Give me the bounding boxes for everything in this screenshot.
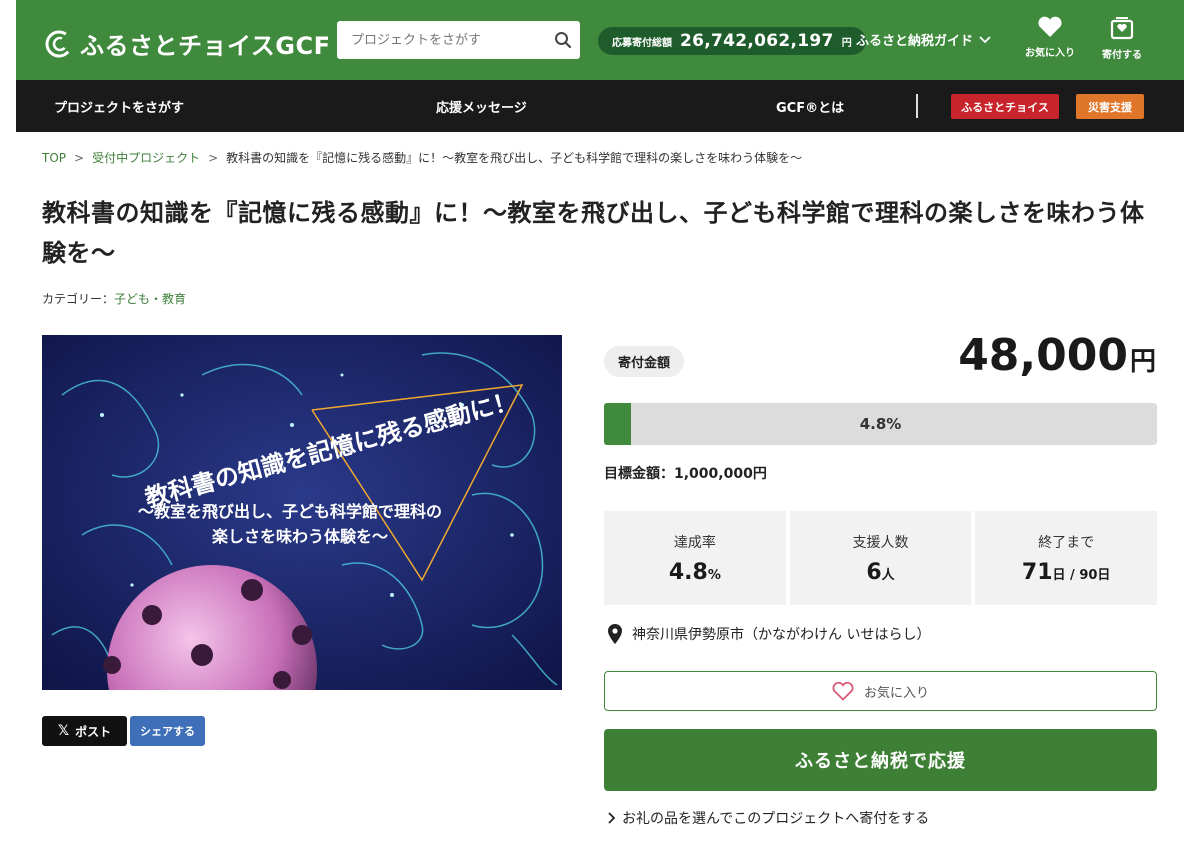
stat-value: 6人 (866, 559, 895, 585)
chevron-down-icon (979, 35, 991, 43)
gift-donation-link[interactable]: お礼の品を選んでこのプロジェクトへ寄付をする (608, 808, 929, 828)
stat-label: 終了まで (1038, 534, 1095, 551)
search-input[interactable] (337, 21, 546, 59)
total-donations-value: 26,742,062,197 (680, 31, 834, 51)
breadcrumb-current: 教科書の知識を『記憶に残る感動』に！～教室を飛び出し、子ども科学館で理科の楽しさ… (226, 151, 803, 165)
location: 神奈川県伊勢原市（かながわけん いせはらし） (608, 624, 930, 644)
breadcrumb-top[interactable]: TOP (42, 151, 66, 165)
x-post-button[interactable]: 𝕏 ポスト (42, 716, 127, 746)
total-donations-unit: 円 (841, 37, 852, 49)
logo-text: ふるさとチョイスGCF (80, 32, 331, 60)
stat-achievement-rate: 達成率 4.8% (604, 511, 786, 605)
nav-disaster-support-button[interactable]: 災害支援 (1076, 94, 1144, 119)
hero-text-line3: 楽しさを味わう体験を～ (211, 527, 388, 546)
top-header: ふるさとチョイスGCF 応募寄付総額 26,742,062,197 円 ふるさと… (16, 0, 1184, 80)
breadcrumb-projects[interactable]: 受付中プロジェクト (92, 149, 200, 166)
nav-messages[interactable]: 応援メッセージ (436, 97, 527, 116)
logo-icon (45, 30, 73, 57)
stat-days-remaining: 終了まで 71日 / 90日 (975, 511, 1158, 605)
stat-value: 4.8% (668, 559, 721, 585)
favorites-label: お気に入り (1025, 48, 1075, 59)
tax-guide-menu[interactable]: ふるさと納税ガイド (856, 30, 991, 49)
heart-outline-icon (832, 681, 854, 701)
nav-furusato-choice-button[interactable]: ふるさとチョイス (951, 94, 1059, 119)
donate-box-icon (1110, 17, 1134, 40)
breadcrumb-separator: > (74, 150, 85, 165)
total-donations-badge: 応募寄付総額 26,742,062,197 円 (598, 27, 866, 55)
favorite-label: お気に入り (863, 685, 929, 701)
project-hero-image: 教科書の知識を記憶に残る感動に！ ～教室を飛び出し、子ども科学館で理科の 楽しさ… (42, 335, 562, 690)
stat-value: 71日 / 90日 (1021, 559, 1111, 585)
donate-label: 寄付する (1102, 50, 1142, 61)
donate-button[interactable]: 寄付する (1092, 16, 1152, 61)
funding-progress-bar: 4.8% (604, 403, 1157, 445)
tax-guide-label: ふるさと納税ガイド (856, 34, 974, 49)
search-box (337, 21, 580, 59)
breadcrumb: TOP > 受付中プロジェクト > 教科書の知識を『記憶に残る感動』に！～教室を… (42, 149, 802, 166)
site-logo[interactable]: ふるさとチョイスGCF (44, 26, 331, 61)
search-button[interactable] (546, 23, 580, 57)
stat-label: 支援人数 (852, 534, 909, 551)
amount-unit: 円 (1129, 347, 1156, 377)
search-icon (555, 32, 572, 49)
goal-amount: 目標金額：1,000,000円 (604, 466, 767, 482)
x-logo-icon: 𝕏 (57, 723, 70, 739)
stat-label: 達成率 (673, 534, 716, 551)
gift-link-label: お礼の品を選んでこのプロジェクトへ寄付をする (622, 811, 930, 827)
page-title: 教科書の知識を『記憶に残る感動』に！～教室を飛び出し、子ども科学館で理科の楽しさ… (42, 199, 1145, 267)
add-favorite-button[interactable]: お気に入り (604, 671, 1157, 711)
nav-find-projects[interactable]: プロジェクトをさがす (54, 97, 184, 116)
facebook-share-button[interactable]: シェアする (130, 716, 205, 746)
breadcrumb-separator: > (208, 150, 219, 165)
amount-number: 48,000 (958, 330, 1128, 381)
heart-icon (1038, 16, 1062, 37)
category-label: カテゴリー： (42, 292, 115, 306)
main-nav: プロジェクトをさがす 応援メッセージ GCF®とは ふるさとチョイス 災害支援 (16, 80, 1184, 132)
nav-about[interactable]: GCF®とは (776, 97, 844, 116)
category-link[interactable]: 子ども・教育 (114, 292, 186, 306)
nav-divider (916, 94, 918, 118)
favorites-button[interactable]: お気に入り (1020, 16, 1080, 59)
category: カテゴリー：子ども・教育 (42, 290, 186, 307)
progress-percent-text: 4.8% (859, 415, 902, 433)
location-text: 神奈川県伊勢原市（かながわけん いせはらし） (632, 627, 931, 643)
total-donations-label: 応募寄付総額 (612, 37, 672, 49)
planetarium-image: 教科書の知識を記憶に残る感動に！ ～教室を飛び出し、子ども科学館で理科の 楽しさ… (42, 335, 562, 690)
stats-panel: 達成率 4.8% 支援人数 6人 終了まで 71日 / 90日 (604, 511, 1158, 605)
hero-text-line2: ～教室を飛び出し、子ども科学館で理科の (138, 502, 442, 521)
chevron-right-icon (608, 812, 616, 824)
support-furusato-button[interactable]: ふるさと納税で応援 (604, 729, 1157, 791)
stat-supporters: 支援人数 6人 (789, 511, 972, 605)
x-post-label: ポスト (75, 724, 112, 739)
donation-amount-value: 48,000円 (958, 330, 1156, 381)
donation-amount-label: 寄付金額 (604, 346, 685, 377)
map-pin-icon (608, 624, 622, 644)
